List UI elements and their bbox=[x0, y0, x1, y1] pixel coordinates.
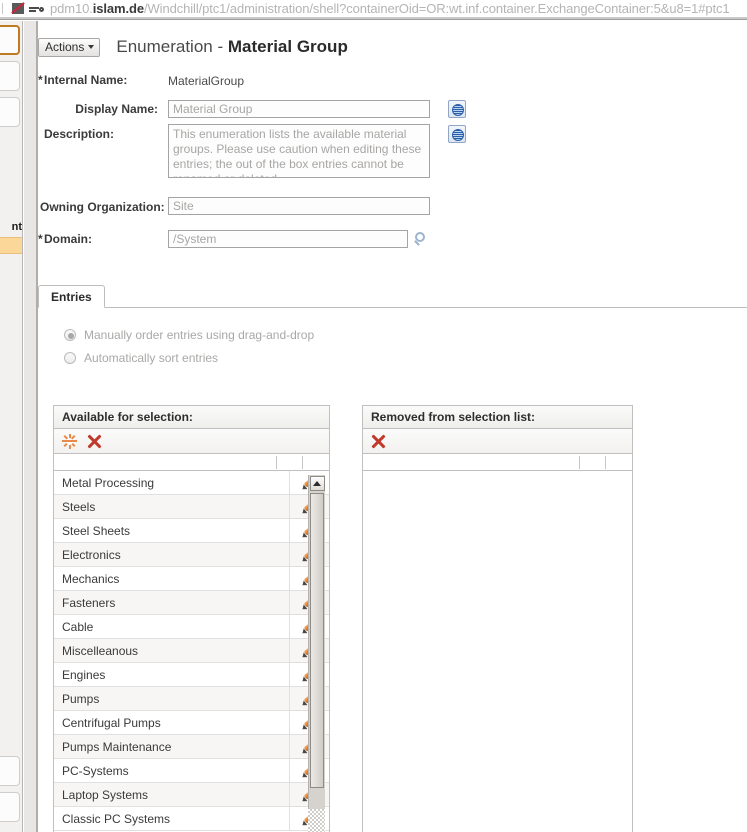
url-host: islam.de bbox=[92, 1, 144, 16]
list-item-label: Steel Sheets bbox=[62, 523, 131, 538]
page-title-prefix: Enumeration - bbox=[116, 37, 228, 56]
internal-name-value: MaterialGroup bbox=[168, 74, 245, 88]
sidebar-selected-row[interactable] bbox=[0, 237, 22, 254]
list-item[interactable]: Cable bbox=[54, 615, 329, 639]
list-item-label: Classic PC Systems bbox=[62, 811, 171, 826]
scrollbar-hatch-area bbox=[308, 809, 325, 832]
url-text[interactable]: pdm10.islam.de/Windchill/ptc1/administra… bbox=[50, 0, 730, 17]
list-item[interactable]: PC-Systems bbox=[54, 759, 329, 783]
list-item-label: Pumps Maintenance bbox=[62, 739, 172, 754]
browser-url-bar[interactable]: pdm10.islam.de/Windchill/ptc1/administra… bbox=[0, 0, 747, 17]
list-item[interactable]: Steels bbox=[54, 495, 329, 519]
sidebar-item-3[interactable] bbox=[0, 97, 20, 127]
tab-entries-label: Entries bbox=[51, 289, 92, 304]
sort-option-auto[interactable]: Automatically sort entries bbox=[64, 351, 218, 365]
url-bar-left-divider bbox=[2, 3, 6, 14]
removed-list-body[interactable] bbox=[362, 471, 633, 832]
sort-option-manual-label: Manually order entries using drag-and-dr… bbox=[84, 328, 315, 342]
radio-manual-order[interactable] bbox=[64, 329, 76, 341]
available-panel-column-header bbox=[53, 454, 330, 471]
domain-required-marker: * bbox=[38, 232, 43, 246]
owning-organization-label: Owning Organization: bbox=[40, 200, 165, 214]
list-item[interactable]: Centrifugal Pumps bbox=[54, 711, 329, 735]
list-item-label: Centrifugal Pumps bbox=[62, 715, 161, 730]
tab-entries[interactable]: Entries bbox=[38, 285, 105, 308]
actions-button-label: Actions bbox=[45, 40, 85, 54]
removed-panel-column-header bbox=[362, 454, 633, 471]
display-name-translate-icon[interactable] bbox=[448, 100, 466, 118]
sidebar-truncated-label: nt bbox=[11, 221, 22, 233]
list-item[interactable]: Steel Sheets bbox=[54, 519, 329, 543]
scroll-up-arrow-icon[interactable] bbox=[309, 476, 325, 491]
sidebar-item-5[interactable] bbox=[0, 792, 20, 822]
sidebar-item-2[interactable] bbox=[0, 61, 20, 91]
list-item[interactable]: Mechanics bbox=[54, 567, 329, 591]
internal-name-label: Internal Name: bbox=[44, 73, 128, 87]
internal-name-required-marker: * bbox=[38, 73, 43, 87]
url-path: /Windchill/ptc1/administration/shell?con… bbox=[144, 1, 730, 16]
list-item[interactable]: Metal Processing bbox=[54, 471, 329, 495]
list-item-label: Laptop Systems bbox=[62, 787, 149, 802]
delete-entry-icon[interactable] bbox=[86, 433, 103, 450]
display-name-label: Display Name: bbox=[75, 102, 158, 116]
left-sidebar-partial: nt bbox=[0, 21, 23, 832]
owning-organization-input[interactable] bbox=[168, 197, 430, 215]
removed-panel-toolbar bbox=[362, 429, 633, 454]
password-key-icon[interactable] bbox=[29, 3, 44, 15]
sort-option-auto-label: Automatically sort entries bbox=[84, 351, 219, 365]
list-item-label: Engines bbox=[62, 667, 106, 682]
display-name-input[interactable] bbox=[168, 100, 430, 118]
available-panel-title: Available for selection: bbox=[53, 405, 330, 429]
url-prefix: pdm10. bbox=[50, 1, 93, 16]
domain-label: Domain: bbox=[44, 232, 92, 246]
available-list-scrollbar[interactable] bbox=[308, 475, 325, 809]
domain-input[interactable] bbox=[168, 230, 408, 248]
list-item-label: Metal Processing bbox=[62, 475, 155, 490]
list-item[interactable]: Pumps Maintenance bbox=[54, 735, 329, 759]
list-item-label: Cable bbox=[62, 619, 94, 634]
available-for-selection-panel: Available for selection: Metal Processin… bbox=[53, 405, 330, 832]
list-item[interactable]: Fasteners bbox=[54, 591, 329, 615]
sidebar-item-1[interactable] bbox=[0, 25, 20, 55]
tab-strip: Entries bbox=[38, 285, 747, 308]
page-header: Actions Enumeration - Material Group bbox=[38, 34, 348, 60]
sidebar-gutter bbox=[24, 21, 36, 832]
list-item-label: Steels bbox=[62, 499, 96, 514]
page-title: Enumeration - Material Group bbox=[116, 37, 347, 57]
radio-auto-sort[interactable] bbox=[64, 352, 76, 364]
page-title-object: Material Group bbox=[227, 37, 348, 56]
description-translate-icon[interactable] bbox=[448, 125, 466, 143]
list-item[interactable]: Electronics bbox=[54, 543, 329, 567]
main-content: Actions Enumeration - Material Group * I… bbox=[38, 21, 747, 832]
description-label: Description: bbox=[44, 127, 115, 141]
chevron-down-icon bbox=[88, 45, 95, 49]
list-item-label: Miscelleanous bbox=[62, 643, 139, 658]
list-item[interactable]: Laptop Systems bbox=[54, 783, 329, 807]
delete-entry-icon[interactable] bbox=[370, 433, 387, 450]
browser-chrome-divider bbox=[0, 17, 747, 20]
description-textarea[interactable] bbox=[168, 124, 430, 178]
sidebar-item-4[interactable] bbox=[0, 756, 20, 786]
available-panel-toolbar bbox=[53, 429, 330, 454]
list-item[interactable]: Engines bbox=[54, 663, 329, 687]
domain-search-icon[interactable] bbox=[412, 230, 430, 248]
list-item[interactable]: Classic PC Systems bbox=[54, 807, 329, 831]
new-entry-icon[interactable] bbox=[61, 433, 78, 450]
list-item-label: Fasteners bbox=[62, 595, 116, 610]
list-item-label: PC-Systems bbox=[62, 763, 129, 778]
list-item-label: Mechanics bbox=[62, 571, 120, 586]
list-item[interactable]: Miscelleanous bbox=[54, 639, 329, 663]
list-item[interactable]: Pumps bbox=[54, 687, 329, 711]
list-item-label: Electronics bbox=[62, 547, 121, 562]
removed-panel-title: Removed from selection list: bbox=[362, 405, 633, 429]
actions-button[interactable]: Actions bbox=[38, 37, 101, 57]
not-secure-icon[interactable] bbox=[11, 2, 25, 15]
removed-from-selection-panel: Removed from selection list: bbox=[362, 405, 633, 832]
available-list-body[interactable]: Metal Processing Steels Steel Sheets Electr… bbox=[53, 471, 330, 832]
sort-option-manual[interactable]: Manually order entries using drag-and-dr… bbox=[64, 328, 314, 342]
scrollbar-thumb[interactable] bbox=[310, 493, 324, 788]
list-item-label: Pumps bbox=[62, 691, 100, 706]
